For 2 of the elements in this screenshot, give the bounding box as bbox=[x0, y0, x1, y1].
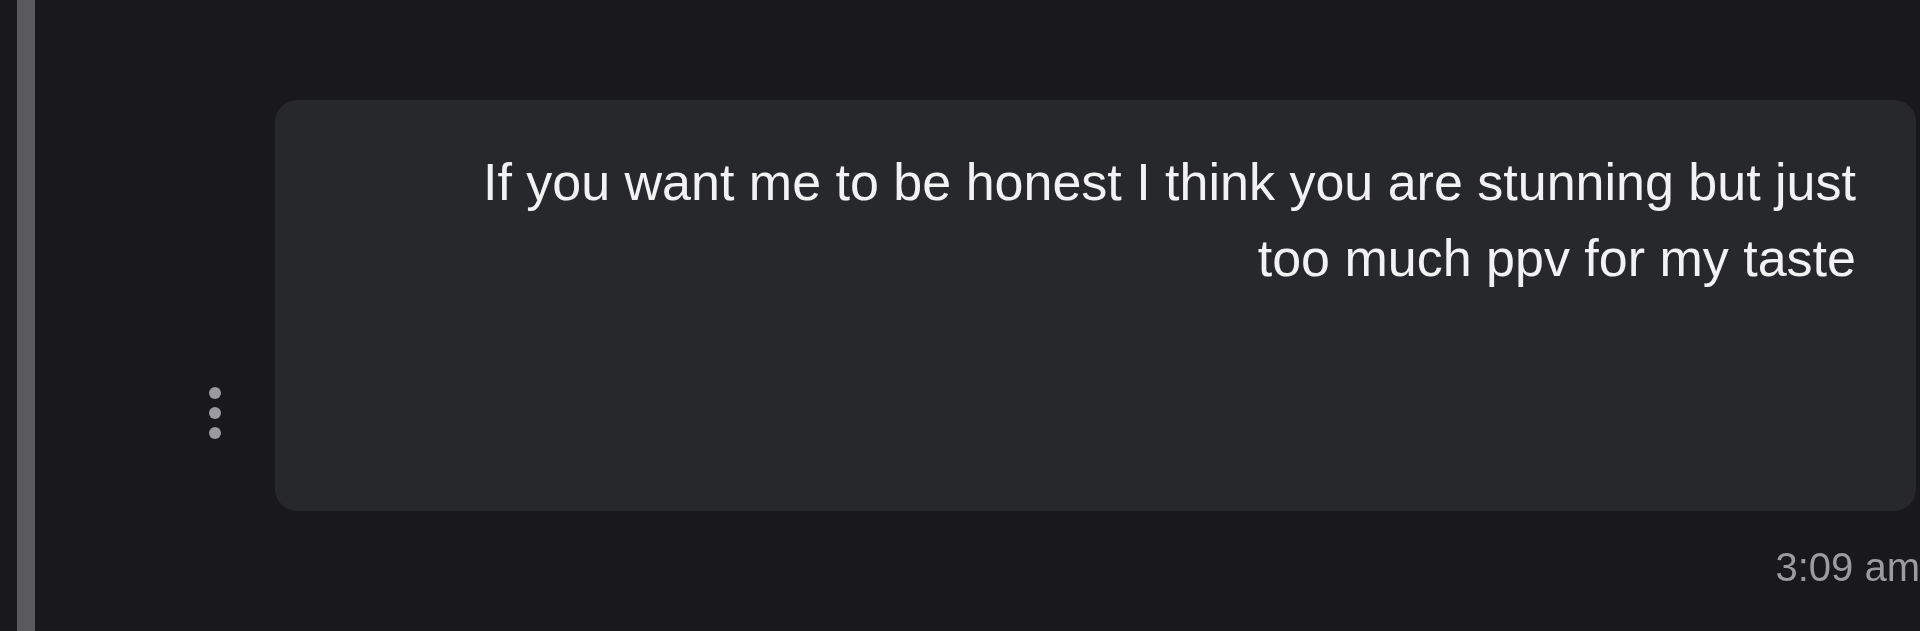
message-time: 3:09 am bbox=[1775, 545, 1920, 589]
message-text: If you want me to be honest I think you are stunning but just too much ppv for my taste bbox=[481, 152, 1856, 289]
